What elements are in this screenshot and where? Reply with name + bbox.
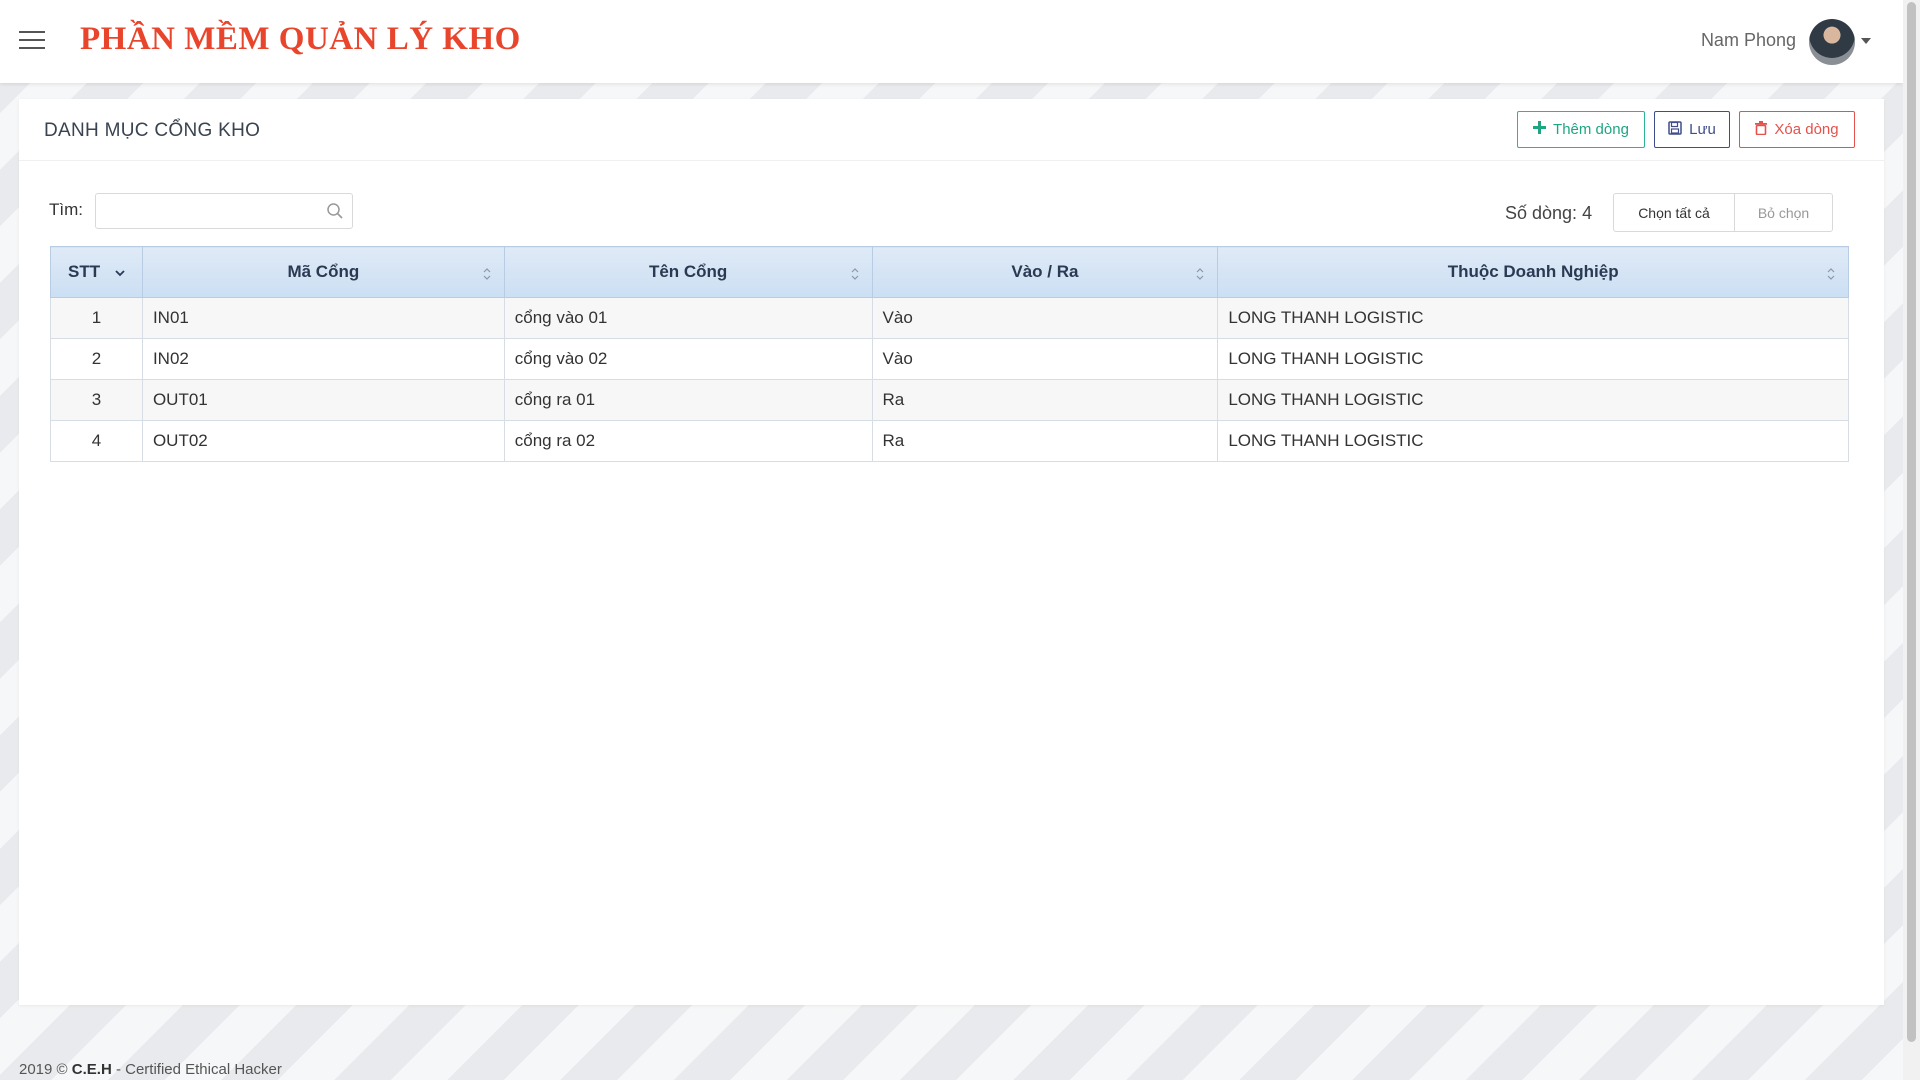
table-row[interactable]: 1 IN01 cổng vào 01 Vào LONG THANH LOGIST…	[50, 297, 1849, 339]
app-title: PHẦN MỀM QUẢN LÝ KHO	[80, 21, 521, 57]
search-icon[interactable]	[326, 202, 344, 220]
cell-ten-cong[interactable]: cổng ra 02	[503, 420, 873, 462]
cell-vao-ra[interactable]: Ra	[871, 420, 1219, 462]
plus-icon	[1533, 121, 1547, 138]
delete-row-button[interactable]: Xóa dòng	[1739, 111, 1855, 148]
table-row[interactable]: 2 IN02 cổng vào 02 Vào LONG THANH LOGIST…	[50, 338, 1849, 380]
column-header-doanh-nghiep[interactable]: Thuộc Doanh Nghiệp	[1217, 246, 1849, 298]
page-title: DANH MỤC CỔNG KHO	[44, 120, 261, 141]
main-panel: DANH MỤC CỔNG KHO Thêm dòng Lưu Xóa dòng…	[19, 99, 1884, 1005]
column-header-label: Vào / Ra	[1011, 262, 1079, 281]
cell-stt[interactable]: 3	[50, 379, 143, 421]
table-header-row: STT Mã Cổng Tên Cổng Vào / Ra Thuộc Doan…	[50, 246, 1849, 298]
chevron-down-icon[interactable]	[115, 262, 125, 282]
search-label: Tìm:	[49, 200, 83, 219]
column-header-stt[interactable]: STT	[50, 246, 143, 298]
table-row[interactable]: 3 OUT01 cổng ra 01 Ra LONG THANH LOGISTI…	[50, 379, 1849, 421]
column-header-label: Mã Cổng	[287, 262, 360, 281]
user-name[interactable]: Nam Phong	[1701, 30, 1796, 51]
cell-vao-ra[interactable]: Vào	[871, 338, 1219, 380]
column-header-label: Tên Cổng	[648, 262, 728, 281]
footer: 2019 © C.E.H - Certified Ethical Hacker	[19, 1061, 282, 1078]
sort-icon[interactable]	[482, 266, 492, 280]
selection-button-group: Chọn tất cả Bỏ chọn	[1613, 193, 1833, 232]
cell-ten-cong[interactable]: cổng vào 01	[503, 297, 873, 339]
table-row[interactable]: 4 OUT02 cổng ra 02 Ra LONG THANH LOGISTI…	[50, 420, 1849, 462]
page-scrollbar[interactable]	[1903, 0, 1920, 1080]
sort-icon[interactable]	[1826, 266, 1836, 280]
trash-icon	[1755, 120, 1768, 139]
footer-brand: C.E.H	[71, 1061, 112, 1078]
column-header-ma-cong[interactable]: Mã Cổng	[141, 246, 505, 298]
panel-header: DANH MỤC CỔNG KHO Thêm dòng Lưu Xóa dòng	[19, 99, 1884, 161]
column-header-label: STT	[68, 261, 101, 281]
search-field[interactable]	[95, 193, 353, 229]
cell-stt[interactable]: 4	[50, 420, 143, 462]
delete-row-label: Xóa dòng	[1774, 121, 1839, 138]
cell-doanh-nghiep[interactable]: LONG THANH LOGISTIC	[1217, 420, 1849, 462]
cell-ten-cong[interactable]: cổng ra 01	[503, 379, 873, 421]
cell-vao-ra[interactable]: Vào	[871, 297, 1219, 339]
cell-ma-cong[interactable]: OUT01	[141, 379, 505, 421]
footer-text: - Certified Ethical Hacker	[115, 1061, 282, 1078]
cell-vao-ra[interactable]: Ra	[871, 379, 1219, 421]
column-header-vao-ra[interactable]: Vào / Ra	[871, 246, 1219, 298]
sort-icon[interactable]	[1195, 266, 1205, 280]
footer-year: 2019 ©	[19, 1061, 68, 1078]
cell-doanh-nghiep[interactable]: LONG THANH LOGISTIC	[1217, 297, 1849, 339]
add-row-button[interactable]: Thêm dòng	[1517, 111, 1645, 148]
column-header-label: Thuộc Doanh Nghiệp	[1447, 262, 1619, 281]
hamburger-icon[interactable]	[19, 31, 45, 51]
cell-doanh-nghiep[interactable]: LONG THANH LOGISTIC	[1217, 338, 1849, 380]
save-label: Lưu	[1689, 121, 1716, 138]
cell-stt[interactable]: 1	[50, 297, 143, 339]
cell-ma-cong[interactable]: OUT02	[141, 420, 505, 462]
deselect-button[interactable]: Bỏ chọn	[1735, 194, 1832, 231]
search-input[interactable]	[96, 194, 316, 228]
column-header-ten-cong[interactable]: Tên Cổng	[503, 246, 873, 298]
cell-doanh-nghiep[interactable]: LONG THANH LOGISTIC	[1217, 379, 1849, 421]
cell-stt[interactable]: 2	[50, 338, 143, 380]
gates-table: STT Mã Cổng Tên Cổng Vào / Ra Thuộc Doan…	[50, 246, 1849, 462]
add-row-label: Thêm dòng	[1553, 121, 1629, 138]
top-navbar: PHẦN MỀM QUẢN LÝ KHO Nam Phong	[0, 0, 1903, 83]
cell-ten-cong[interactable]: cổng vào 02	[503, 338, 873, 380]
avatar[interactable]	[1809, 19, 1855, 65]
select-all-button[interactable]: Chọn tất cả	[1614, 194, 1735, 231]
caret-down-icon[interactable]	[1861, 38, 1871, 44]
sort-icon[interactable]	[850, 266, 860, 280]
save-button[interactable]: Lưu	[1654, 111, 1730, 148]
cell-ma-cong[interactable]: IN01	[141, 297, 505, 339]
floppy-icon	[1668, 120, 1682, 139]
row-count: Số dòng: 4	[1505, 203, 1593, 223]
cell-ma-cong[interactable]: IN02	[141, 338, 505, 380]
scrollbar-thumb[interactable]	[1907, 2, 1916, 1042]
